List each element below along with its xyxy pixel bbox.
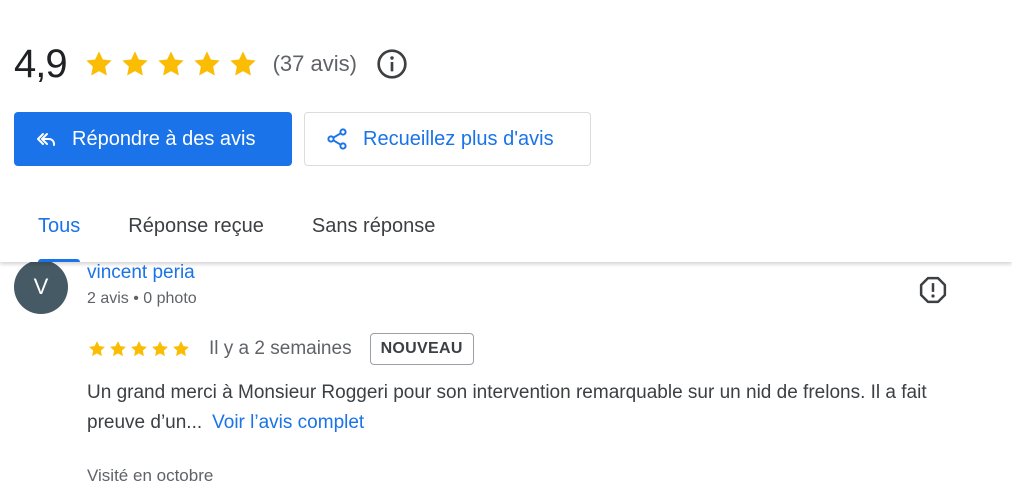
- report-review-button[interactable]: [915, 272, 951, 308]
- reviewer-meta: 2 avis • 0 photo: [87, 290, 197, 307]
- new-badge: NOUVEAU: [369, 333, 474, 365]
- star-icon: [193, 51, 220, 76]
- star-icon: [121, 51, 148, 76]
- collect-button-label: Recueillez plus d'avis: [363, 127, 554, 150]
- review-count: (37 avis): [272, 51, 357, 76]
- reply-button-label: Répondre à des avis: [72, 127, 256, 150]
- review-filter-tabs: Tous Réponse reçue Sans réponse: [14, 200, 459, 262]
- review-meta-row: Il y a 2 semaines NOUVEAU: [87, 332, 474, 366]
- rating-stars: [83, 48, 259, 80]
- star-icon: [110, 341, 126, 357]
- rating-summary: 4,9 (37 avis): [14, 38, 409, 90]
- star-icon: [229, 51, 256, 76]
- star-icon: [173, 341, 189, 357]
- reviews-summary-panel: 4,9 (37 avis) Répondre à des avis Recuei…: [0, 0, 1012, 262]
- star-icon: [131, 341, 147, 357]
- tab-unanswered[interactable]: Sans réponse: [288, 200, 459, 262]
- visit-date: Visité en octobre: [87, 466, 214, 485]
- star-icon: [152, 341, 168, 357]
- tab-all[interactable]: Tous: [14, 200, 104, 262]
- share-icon: [327, 128, 347, 150]
- review-stars: [87, 339, 191, 359]
- average-rating: 4,9: [14, 41, 68, 86]
- info-icon: [377, 49, 407, 79]
- report-icon: [919, 276, 947, 304]
- star-icon: [89, 341, 105, 357]
- review-text: Un grand merci à Monsieur Roggeri pour s…: [87, 378, 987, 438]
- info-button[interactable]: [375, 47, 409, 81]
- reply-arrow-icon: [37, 133, 55, 146]
- reply-to-reviews-button[interactable]: Répondre à des avis: [14, 112, 292, 166]
- avatar[interactable]: V: [14, 260, 68, 314]
- reviewer-name[interactable]: vincent peria: [87, 262, 195, 284]
- review-card: V vincent peria 2 avis • 0 photo Il y a …: [0, 260, 1012, 502]
- tab-replied[interactable]: Réponse reçue: [104, 200, 288, 262]
- star-icon: [157, 51, 184, 76]
- star-icon: [85, 51, 112, 76]
- review-time: Il y a 2 semaines: [209, 338, 352, 359]
- see-full-review-link[interactable]: Voir l’avis complet: [212, 412, 364, 433]
- collect-reviews-button[interactable]: Recueillez plus d'avis: [304, 112, 591, 166]
